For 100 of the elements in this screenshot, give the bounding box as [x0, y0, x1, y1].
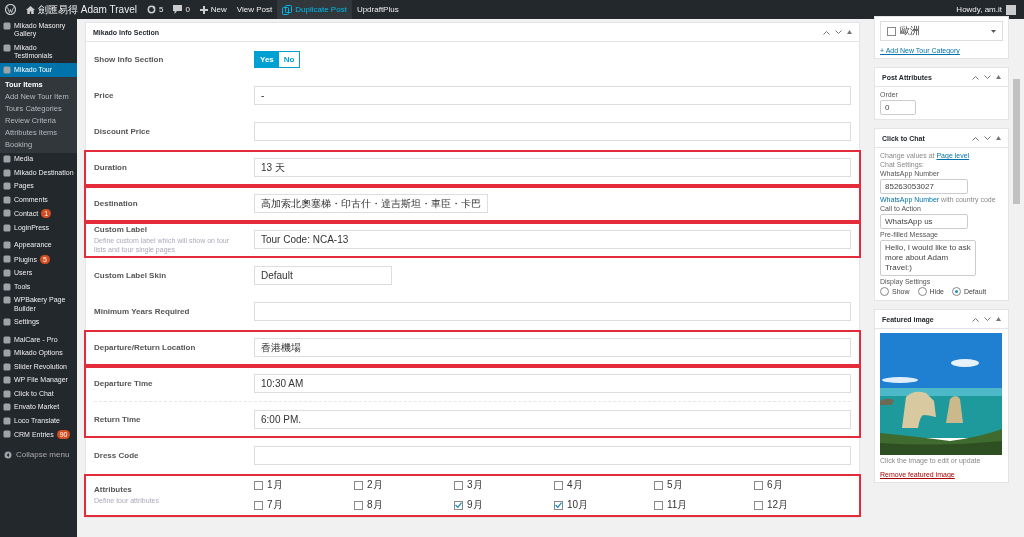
input-field[interactable]: 高加索北奧塞梯・印古什・達吉斯坦・車臣・卡巴 — [254, 194, 488, 213]
field-label: Duration — [94, 163, 128, 172]
comment-icon — [173, 5, 183, 14]
input-field[interactable]: 13 天 — [254, 158, 851, 177]
chevron-up-icon[interactable] — [972, 74, 979, 80]
chevron-up-icon[interactable] — [972, 316, 979, 322]
square-icon — [3, 430, 11, 438]
input-field[interactable]: 10:30 AM — [254, 374, 851, 393]
admin-bar-item[interactable]: Duplicate Post — [277, 0, 352, 19]
chevron-down-icon[interactable] — [835, 29, 842, 35]
checkbox[interactable] — [554, 500, 563, 510]
scroll-down-icon[interactable] — [991, 29, 996, 33]
field-label: Departure Time — [94, 379, 154, 388]
square-icon — [3, 403, 11, 411]
avatar-icon[interactable] — [1006, 4, 1016, 15]
refresh-icon — [146, 5, 156, 14]
input-field[interactable]: Default — [254, 266, 392, 285]
checkbox[interactable] — [254, 480, 263, 490]
square-icon — [3, 21, 11, 30]
plus-icon — [199, 5, 208, 14]
checkbox[interactable] — [754, 480, 763, 490]
field-label: Dress Code — [94, 451, 140, 460]
triangle-up-icon[interactable] — [996, 317, 1001, 321]
square-icon — [3, 182, 11, 190]
square-icon — [3, 168, 11, 177]
checkbox[interactable] — [354, 480, 363, 490]
square-icon — [3, 241, 11, 249]
triangle-up-icon[interactable] — [996, 75, 1001, 79]
checkbox[interactable] — [654, 500, 663, 510]
admin-bar-item[interactable]: 劍匯易得 Adam Travel — [21, 0, 142, 19]
checkbox-label: 6月 — [767, 478, 783, 492]
collapse-icon — [4, 450, 12, 459]
input-field[interactable]: - — [254, 86, 851, 105]
scrollbar-thumb[interactable] — [1013, 79, 1020, 204]
chevron-down-icon[interactable] — [984, 74, 991, 80]
square-icon — [3, 349, 11, 357]
checkbox-label: 歐洲 — [900, 24, 920, 38]
field-label: Minimum Years Required — [94, 307, 191, 316]
checkbox-label: 10月 — [567, 498, 589, 512]
square-icon — [3, 296, 11, 304]
square-icon — [3, 416, 11, 425]
checkbox-label: 4月 — [567, 478, 583, 492]
square-icon — [3, 195, 11, 204]
square-icon — [3, 43, 11, 52]
input-field[interactable]: 6:00 PM. — [254, 410, 851, 429]
checkbox[interactable] — [554, 480, 563, 490]
call-to-action-field[interactable]: WhatsApp us — [880, 214, 968, 229]
chevron-up-icon[interactable] — [972, 135, 979, 141]
field-label: Attributes — [94, 485, 133, 494]
field-label: Show Info Section — [94, 55, 165, 64]
order-field[interactable]: 0 — [880, 100, 916, 115]
checkbox-label: 7月 — [267, 498, 283, 512]
home-icon — [26, 5, 35, 14]
admin-bar-item[interactable]: 5 — [141, 0, 169, 19]
checkbox[interactable] — [754, 500, 763, 510]
field-label: Price — [94, 91, 115, 100]
message-textarea[interactable]: Hello, I would like to ask more about Adam Travel:) — [880, 240, 976, 276]
checkbox-label: 9月 — [467, 498, 483, 512]
square-icon — [3, 318, 11, 326]
chevron-down-icon[interactable] — [984, 135, 991, 141]
checkbox-label: 12月 — [767, 498, 789, 512]
checkbox-label: 2月 — [367, 478, 383, 492]
greeting-text[interactable]: Howdy, am.it — [956, 5, 1002, 14]
input-field[interactable]: 香港機場 — [254, 338, 851, 357]
chevron-down-icon[interactable] — [984, 316, 991, 322]
triangle-up-icon[interactable] — [996, 136, 1001, 140]
field-label: Departure/Return Location — [94, 343, 197, 352]
admin-bar-item[interactable]: View Post — [231, 0, 278, 19]
admin-bar-item[interactable]: UpdraftPlus — [351, 0, 404, 19]
checkbox[interactable] — [454, 500, 463, 510]
square-icon — [3, 155, 11, 163]
checkbox[interactable] — [354, 500, 363, 510]
checkbox-label: 3月 — [467, 478, 483, 492]
check-icon — [455, 502, 462, 508]
collapse-menu-button[interactable]: Collapse menu — [0, 446, 77, 463]
square-icon — [3, 209, 11, 217]
square-icon — [3, 376, 11, 384]
admin-bar-item[interactable]: 0 — [168, 0, 195, 19]
chevron-up-icon[interactable] — [823, 29, 830, 35]
field-label: Destination — [94, 199, 139, 208]
square-icon — [3, 254, 11, 263]
triangle-up-icon[interactable] — [847, 30, 852, 34]
input-field[interactable]: Tour Code: NCA-13 — [254, 230, 851, 249]
checkbox[interactable] — [254, 500, 263, 510]
checkbox[interactable] — [454, 480, 463, 490]
input-field[interactable] — [254, 302, 851, 321]
copy-icon — [282, 4, 293, 15]
checkbox-label: 1月 — [267, 478, 283, 492]
input-field[interactable] — [254, 446, 851, 465]
whatsapp-number-field[interactable]: 85263053027 — [880, 179, 968, 194]
input-field[interactable] — [254, 122, 851, 141]
square-icon — [3, 389, 11, 398]
admin-bar-item[interactable]: New — [194, 0, 232, 19]
wordpress-icon — [5, 4, 16, 15]
field-label: Discount Price — [94, 127, 151, 136]
checkbox[interactable] — [654, 480, 663, 490]
checkbox[interactable] — [887, 26, 896, 36]
field-label: Custom Label Skin — [94, 271, 167, 280]
check-icon — [555, 502, 562, 508]
square-icon — [3, 65, 11, 74]
